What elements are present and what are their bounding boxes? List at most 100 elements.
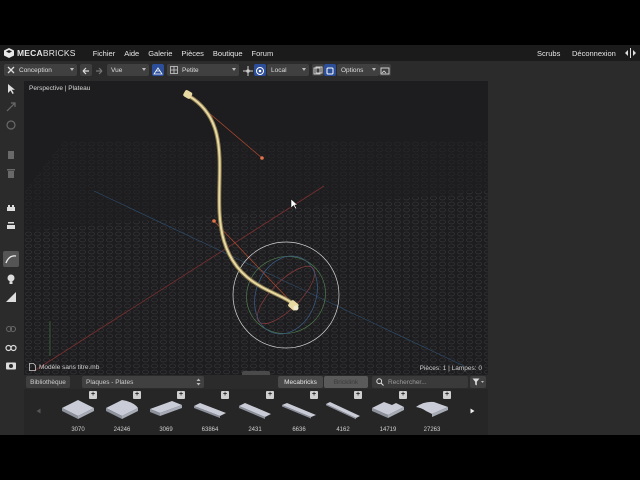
part-27263[interactable]: + 27263 [411,389,453,435]
link-icon[interactable] [5,323,17,335]
chevron-down-icon [302,68,306,71]
options-select[interactable]: Options [337,64,379,76]
3d-viewport[interactable]: Perspective | Plateau Modèle sans titre.… [24,81,488,375]
menu-pieces[interactable]: Pièces [181,49,204,58]
search-icon [376,378,384,386]
trash-icon[interactable] [5,167,17,179]
category-select[interactable]: Plaques - Plates [82,376,204,388]
menu-scrubs[interactable]: Scrubs [537,45,560,61]
add-part-24246-button[interactable]: + [133,391,141,399]
part-id: 4162 [336,427,350,433]
library-resize-handle[interactable] [242,371,270,375]
add-part-6636-button[interactable]: + [310,391,318,399]
add-part-63864-button[interactable]: + [221,391,229,399]
space-select[interactable]: Local [267,64,309,76]
copy-icon[interactable] [5,149,17,161]
tile-square-icon [62,400,94,419]
select-arrow-icon[interactable] [5,83,17,95]
part-id: 24246 [113,427,131,433]
mode-select[interactable]: Conception [4,64,77,76]
camera-icon[interactable] [5,359,17,371]
add-part-4162-button[interactable]: + [354,391,362,399]
logo[interactable]: MECABRICKS [4,48,76,58]
snap-button[interactable] [242,64,254,76]
chevron-down-icon [372,68,376,71]
part-id: 14719 [379,427,397,433]
flex-tool-selected[interactable] [3,251,19,267]
source-bricklink[interactable]: Bricklink [324,376,368,388]
control-point-bottom[interactable] [212,219,216,223]
file-icon [29,363,36,371]
mecabricks-logo-icon [4,48,14,58]
part-id: 2431 [248,427,262,433]
parts-strip: + 3070 + 24246 + 3069 + 63864 + 2431 + 6… [24,389,488,435]
source-mecabricks[interactable]: Mecabricks [278,376,323,388]
file-name: Modèle sans titre.mb [29,363,99,371]
part-id: 6636 [292,427,306,433]
grid-toggle-button[interactable] [152,64,164,76]
menu-galerie[interactable]: Galerie [148,49,172,58]
part-63864[interactable]: + 63864 [189,389,231,435]
part-id: 63864 [201,427,219,433]
control-point-top[interactable] [260,156,264,160]
updown-arrows-icon [196,378,201,386]
duplicate-button[interactable] [312,64,324,76]
part-14719[interactable]: + 14719 [367,389,409,435]
chevron-down-icon [70,68,74,71]
tile-1x6-icon [282,403,316,419]
grid-size-icon [170,66,178,74]
grid-icon [153,67,163,75]
add-part-3070-button[interactable]: + [89,391,97,399]
add-part-27263-button[interactable]: + [443,391,451,399]
scroll-left-icon[interactable] [36,408,41,414]
ruler-icon[interactable] [5,291,17,303]
layers-icon [326,67,334,75]
brick-add-icon[interactable] [5,201,17,213]
rotate-tool-icon[interactable] [5,119,17,131]
menu-boutique[interactable]: Boutique [213,49,243,58]
search-placeholder: Rechercher... [388,378,427,386]
part-3070[interactable]: + 3070 [57,389,99,435]
add-part-14719-button[interactable]: + [399,391,407,399]
duplicate-icon [313,66,323,75]
redo-button[interactable] [93,64,105,76]
screenshot-button[interactable] [379,64,391,76]
lamp-icon[interactable] [5,273,17,285]
undo-button[interactable] [80,64,92,76]
menu-forum[interactable]: Forum [252,49,274,58]
menu-deconnexion[interactable]: Déconnexion [572,45,616,61]
split-view-icon[interactable] [625,48,636,58]
part-id: 3070 [71,427,85,433]
image-icon [380,67,390,75]
redo-icon [96,67,103,75]
chevron-down-icon [142,68,146,71]
brick-remove-icon[interactable] [5,219,17,231]
scene-stats: Pièces: 1 | Lampes: 0 [419,365,482,372]
menu-fichier[interactable]: Fichier [93,49,116,58]
menu-aide[interactable]: Aide [124,49,139,58]
library-tab[interactable]: Bibliothèque [26,376,70,388]
filter-button[interactable] [470,376,486,388]
options-select-label: Options [341,66,364,74]
part-4162[interactable]: + 4162 [322,389,364,435]
view-select[interactable]: Vue [107,64,149,76]
grid-size-select[interactable]: Petite [167,64,239,76]
tile-1x4-icon [239,403,271,419]
binoculars-icon[interactable] [5,341,17,353]
part-3069[interactable]: + 3069 [145,389,187,435]
part-24246[interactable]: + 24246 [101,389,143,435]
options-toggle[interactable] [324,64,336,76]
chevron-down-icon [232,68,236,71]
part-6636[interactable]: + 6636 [278,389,320,435]
local-space-button[interactable] [254,64,266,76]
scroll-right-icon[interactable] [470,408,475,414]
logo-text: MECABRICKS [17,48,76,58]
pivot-point[interactable] [293,305,299,311]
app-window: MECABRICKS Fichier Aide Galerie Pièces B… [0,45,640,435]
part-search-input[interactable]: Rechercher... [372,376,468,388]
add-part-2431-button[interactable]: + [266,391,274,399]
part-2431[interactable]: + 2431 [234,389,276,435]
scene-canvas[interactable] [24,81,488,375]
move-tool-icon[interactable] [5,101,17,113]
add-part-3069-button[interactable]: + [177,391,185,399]
